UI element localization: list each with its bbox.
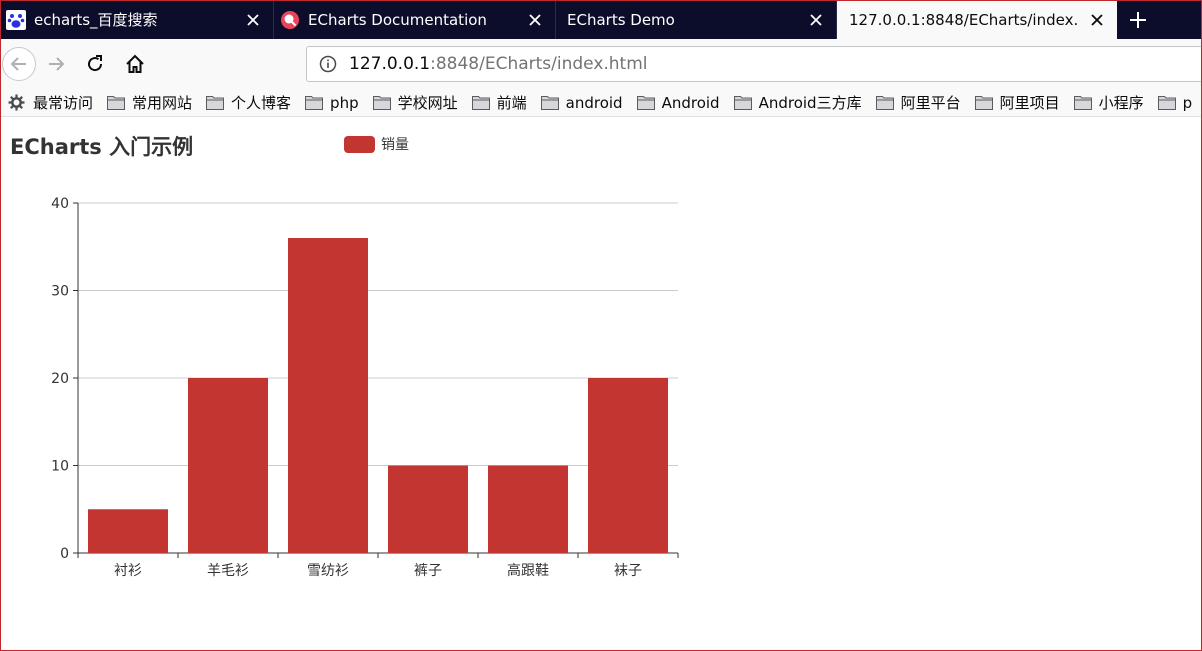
bookmarks-toolbar: 最常访问 常用网站 个人博客 php 学校网址 前端 android Android Andro… — [0, 89, 1202, 117]
close-tab-icon[interactable] — [1085, 8, 1109, 32]
arrow-left-icon — [10, 57, 26, 71]
reload-button[interactable] — [78, 47, 112, 81]
close-tab-icon[interactable] — [804, 8, 828, 32]
y-tick-label: 30 — [51, 284, 69, 300]
tab-strip: echarts_百度搜索 ECharts Documentation EChar… — [0, 0, 1202, 39]
folder-icon — [107, 95, 126, 111]
bookmark-label: 学校网址 — [397, 94, 458, 112]
tab-title: ECharts Demo — [567, 10, 675, 29]
bookmark-label: php — [330, 93, 359, 112]
new-tab-button[interactable] — [1117, 0, 1159, 39]
bookmark-label: android — [565, 93, 623, 112]
forward-button[interactable] — [39, 47, 73, 81]
folder-icon — [733, 95, 752, 111]
arrow-right-icon — [49, 57, 65, 71]
y-tick-label: 10 — [51, 459, 69, 475]
bookmark-item[interactable]: 前端 — [464, 90, 533, 116]
folder-icon — [471, 95, 490, 111]
close-tab-icon[interactable] — [523, 8, 547, 32]
folder-icon — [1157, 95, 1176, 111]
close-tab-icon[interactable] — [241, 8, 265, 32]
x-category-label: 衬衫 — [114, 563, 142, 579]
bookmark-item[interactable]: 个人博客 — [198, 90, 297, 116]
y-tick-label: 40 — [51, 196, 69, 212]
info-icon[interactable] — [317, 53, 339, 75]
home-icon — [126, 54, 144, 73]
tab-title: 127.0.0.1:8848/ECharts/index.html — [849, 10, 1079, 29]
folder-icon — [1073, 95, 1092, 111]
folder-icon — [305, 95, 324, 111]
tab-current-page[interactable]: 127.0.0.1:8848/ECharts/index.html — [837, 0, 1117, 39]
bar[interactable] — [188, 378, 268, 553]
bookmark-item[interactable]: 最常访问 — [0, 90, 99, 116]
x-category-label: 高跟鞋 — [507, 562, 549, 579]
bookmark-label: 小程序 — [1098, 94, 1144, 112]
bar-chart: 0 10 20 30 40 衬衫 羊毛衫 雪纺衫 裤子 高跟鞋 袜子 — [51, 196, 679, 579]
folder-icon — [540, 95, 559, 111]
bar[interactable] — [588, 378, 668, 553]
plus-icon — [1130, 11, 1146, 28]
url-host: 127.0.0.1 — [349, 54, 431, 74]
tab-title: echarts_百度搜索 — [34, 11, 158, 29]
echarts-logo-icon — [280, 10, 300, 30]
bookmark-label: 前端 — [496, 94, 527, 112]
bookmark-item[interactable]: 小程序 — [1066, 90, 1150, 116]
bookmark-item[interactable]: Android — [629, 90, 726, 116]
bookmark-label: Android三方库 — [758, 94, 862, 112]
tab-baidu-search[interactable]: echarts_百度搜索 — [0, 0, 274, 39]
bookmark-label: 最常访问 — [33, 94, 94, 112]
folder-icon — [372, 95, 391, 111]
bar[interactable] — [388, 465, 468, 554]
bookmark-item[interactable]: 阿里项目 — [967, 90, 1066, 116]
folder-icon — [636, 95, 655, 111]
back-button[interactable] — [2, 47, 36, 81]
bar[interactable] — [288, 238, 368, 553]
x-category-label: 袜子 — [614, 563, 642, 579]
bookmark-item[interactable]: php — [297, 90, 365, 116]
x-category-label: 裤子 — [414, 563, 442, 579]
navigation-toolbar: 127.0.0.1:8848/ECharts/index.html — [0, 39, 1202, 89]
url-path: :8848/ECharts/index.html — [430, 54, 648, 74]
bookmark-item[interactable]: 常用网站 — [99, 90, 198, 116]
baidu-paw-icon — [6, 9, 26, 30]
tab-title: ECharts Documentation — [308, 10, 487, 29]
bookmark-item[interactable]: 阿里平台 — [868, 90, 967, 116]
bookmark-item[interactable]: 学校网址 — [365, 90, 464, 116]
bookmark-label: 阿里项目 — [999, 94, 1060, 112]
page-content: ECharts 入门示例 销量 0 10 20 30 40 衬衫 羊毛衫 雪纺衫 裤子 高跟鞋 袜子 — [0, 118, 1202, 651]
home-button[interactable] — [118, 47, 152, 81]
address-bar[interactable]: 127.0.0.1:8848/ECharts/index.html — [306, 46, 1202, 82]
reload-icon — [88, 55, 103, 72]
folder-icon — [206, 95, 225, 111]
bar[interactable] — [488, 465, 568, 554]
x-category-label: 羊毛衫 — [207, 563, 249, 579]
folder-icon — [974, 95, 993, 111]
y-tick-label: 20 — [51, 371, 69, 387]
bar[interactable] — [88, 509, 168, 553]
bookmark-item[interactable]: p — [1150, 90, 1199, 116]
tab-echarts-documentation[interactable]: ECharts Documentation — [274, 0, 556, 39]
folder-icon — [875, 95, 894, 111]
tab-echarts-demo[interactable]: ECharts Demo — [556, 0, 837, 39]
bookmark-label: Android — [661, 93, 720, 112]
bookmark-item[interactable]: Android三方库 — [726, 90, 868, 116]
x-category-label: 雪纺衫 — [307, 563, 349, 579]
bookmark-label: p — [1182, 93, 1193, 112]
bookmark-label: 个人博客 — [231, 94, 292, 112]
gear-icon — [8, 94, 26, 111]
bookmark-item[interactable]: android — [533, 90, 629, 116]
bookmark-label: 常用网站 — [132, 94, 193, 112]
y-tick-label: 0 — [60, 546, 69, 562]
bookmark-label: 阿里平台 — [900, 94, 961, 112]
